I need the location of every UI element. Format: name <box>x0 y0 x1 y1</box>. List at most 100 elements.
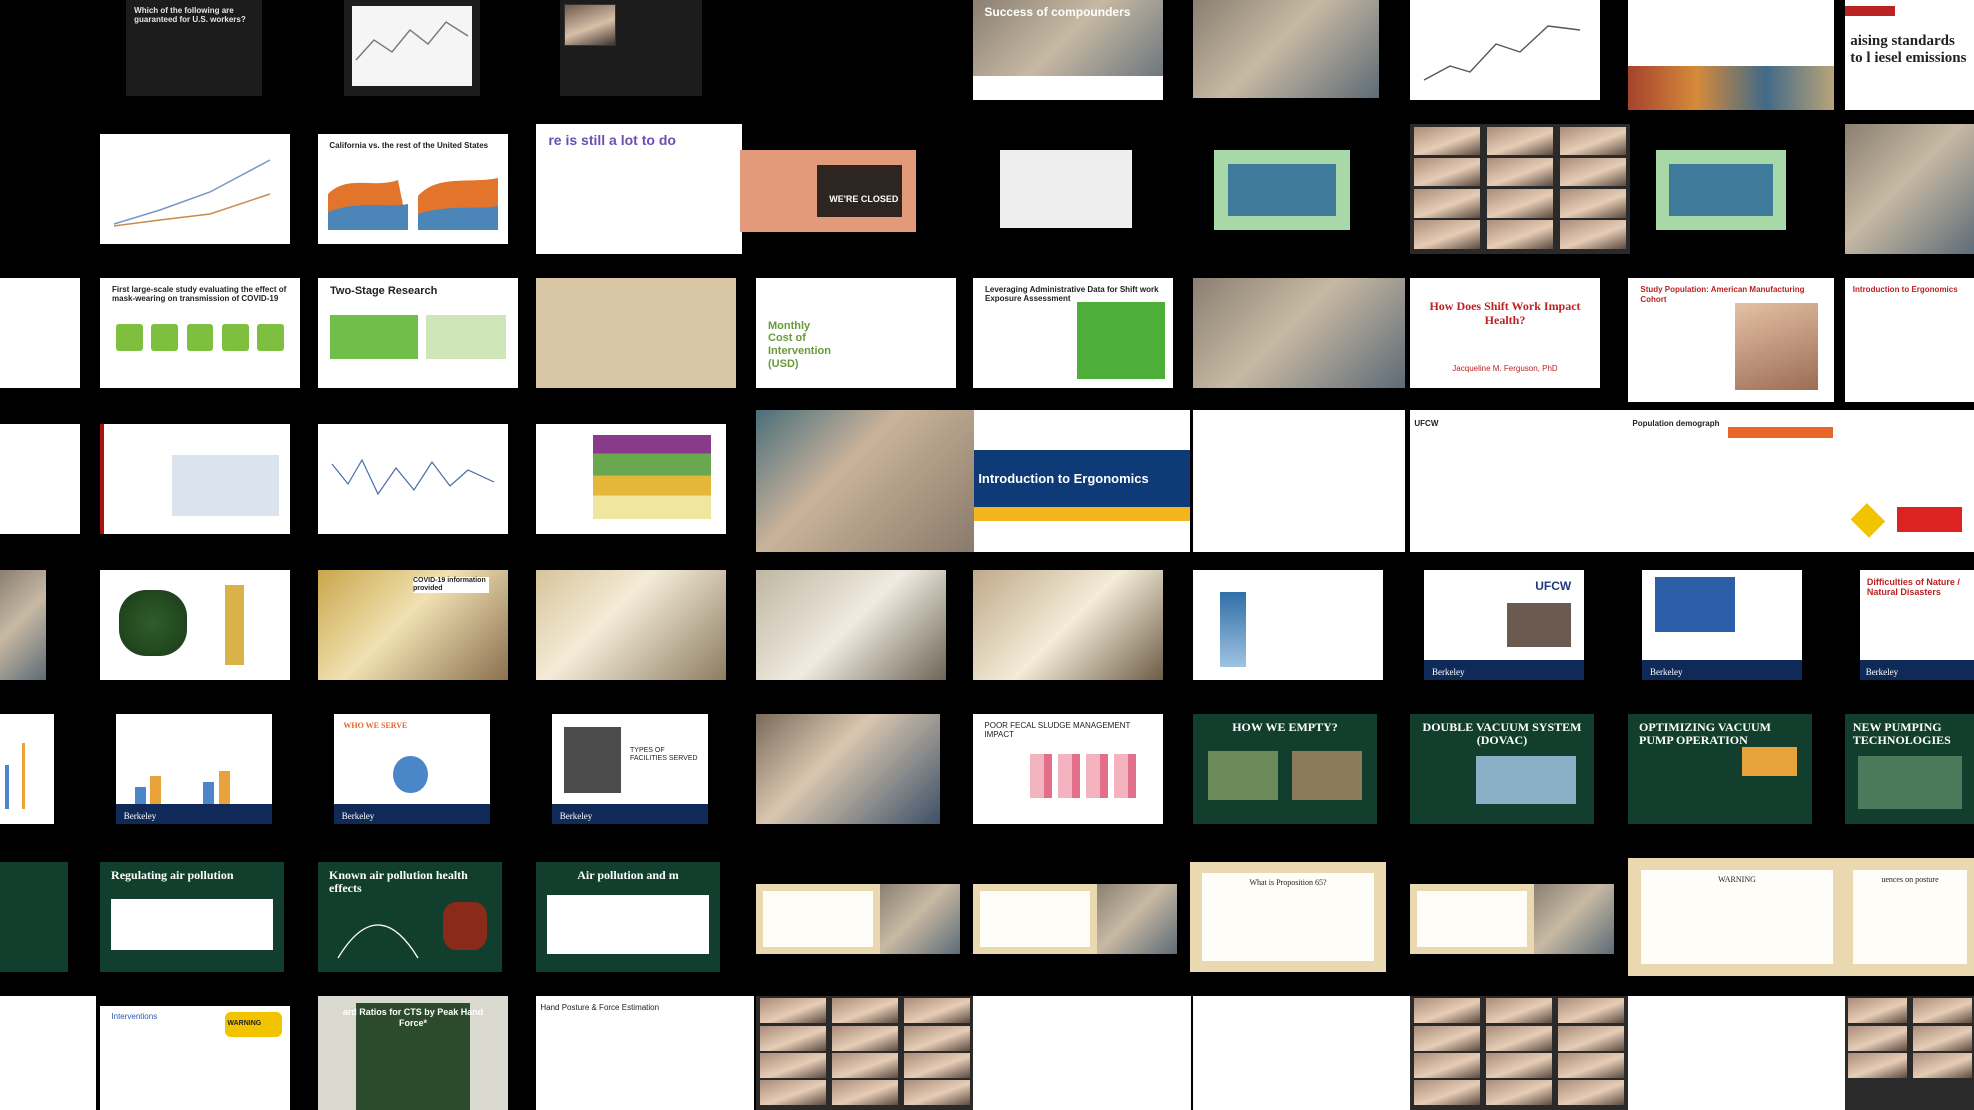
line-chart-thumb <box>1423 25 1581 81</box>
tile-r5c2 <box>100 570 290 680</box>
tile-r1c6: Success of compounders <box>973 0 1163 100</box>
tile-r2c7 <box>1214 150 1350 230</box>
tile-r1c8 <box>1410 0 1600 100</box>
tile-r8c10 <box>1845 996 1974 1110</box>
tile-r8c7 <box>1193 996 1411 1110</box>
tile-r4c1 <box>0 424 80 534</box>
tile-r8c9 <box>1628 996 1846 1110</box>
ufcw-logo: UFCW <box>1535 578 1572 593</box>
slide-title: WARNING <box>1718 875 1756 885</box>
tile-r3c2: First large-scale study evaluating the e… <box>100 278 300 388</box>
tile-r4c10 <box>1845 410 1974 552</box>
tile-r6c1 <box>0 714 54 824</box>
slide-title: Hand Posture & Force Estimation <box>540 1002 660 1012</box>
tile-r7c3: Known air pollution health effects <box>318 862 502 972</box>
slide-title: re is still a lot to do <box>548 131 676 148</box>
tile-r2c6 <box>1000 150 1132 228</box>
tile-r6c3: WHO WE SERVE Berkeley <box>334 714 490 824</box>
line-chart-thumb <box>331 458 495 496</box>
slide-title: uences on posture <box>1881 875 1939 885</box>
tile-r4c4 <box>536 424 726 534</box>
tile-r6c4: TYPES OF FACILITIES SERVED Berkeley <box>552 714 708 824</box>
tile-r3c3: Two-Stage Research <box>318 278 518 388</box>
tile-r3c4 <box>536 278 736 388</box>
tile-r5c6 <box>973 570 1163 680</box>
slide-title: WHO WE SERVE <box>343 720 408 730</box>
tile-r7c8-cam <box>1534 884 1614 954</box>
slide-title: What is Proposition 65? <box>1249 878 1327 888</box>
tile-r6c8: DOUBLE VACUUM SYSTEM (DOVAC) <box>1410 714 1594 824</box>
slide-title: Introduction to Ergonomics <box>978 471 1149 487</box>
tile-r3c10: Introduction to Ergonomics <box>1845 278 1974 402</box>
slide-title: Success of compounders <box>984 5 1131 19</box>
tile-r8c4: Hand Posture & Force Estimation <box>536 996 754 1110</box>
tile-r3c6: Leveraging Administrative Data for Shift… <box>973 278 1173 388</box>
tile-r5c10: Difficulties of Nature / Natural Disaste… <box>1860 570 1974 680</box>
slide-title: Which of the following are guaranteed fo… <box>134 5 246 24</box>
tile-r7c5-cam <box>880 884 960 954</box>
tile-r8c3: ard Ratios for CTS by Peak Hand Force* <box>318 996 508 1110</box>
tile-r6c5 <box>756 714 940 824</box>
tile-r5c9: Berkeley <box>1642 570 1802 680</box>
tile-r3c5: Monthly Cost of Intervention (USD) <box>756 278 956 388</box>
tile-r2c8 <box>1410 124 1630 254</box>
slide-title: aising standards to l iesel emissions <box>1850 33 1967 67</box>
tile-r2c2 <box>100 134 290 244</box>
tile-r2c9 <box>1656 150 1786 230</box>
tile-r4c5 <box>756 410 974 552</box>
tile-r7c4: Air pollution and m <box>536 862 720 972</box>
tile-r6c2: Berkeley <box>116 714 272 824</box>
tile-r5c3: COVID-19 information provided <box>318 570 508 680</box>
tile-r7c9: WARNING <box>1628 858 1846 976</box>
slide-title: Air pollution and m <box>577 867 679 882</box>
tile-r6c9: OPTIMIZING VACUUM PUMP OPERATION <box>1628 714 1812 824</box>
line-chart-thumb <box>352 6 472 86</box>
tile-r4c9: Population demograph <box>1628 410 1846 552</box>
slide-title: Two-Stage Research <box>330 284 438 297</box>
tile-r7c6-cam <box>1097 884 1177 954</box>
video-thumb <box>564 4 616 46</box>
tile-r8c1 <box>0 996 96 1110</box>
tile-r3c8: How Does Shift Work Impact Health? Jacqu… <box>1410 278 1600 388</box>
tile-r3c7 <box>1193 278 1405 388</box>
tile-r5c7 <box>1193 570 1383 680</box>
closed-sign: WE'RE CLOSED <box>829 194 899 205</box>
tile-r8c5 <box>756 996 974 1110</box>
slide-title: First large-scale study evaluating the e… <box>112 284 287 303</box>
slide-title: Study Population: American Manufacturing… <box>1640 285 1805 304</box>
tile-r1c7 <box>1193 0 1379 98</box>
tile-r6c6: POOR FECAL SLUDGE MANAGEMENT IMPACT <box>973 714 1163 824</box>
tile-r2c5: WE'RE CLOSED <box>740 150 916 232</box>
slide-title: Introduction to Ergonomics <box>1852 285 1958 295</box>
slide-title: NEW PUMPING TECHNOLOGIES <box>1852 719 1951 748</box>
tile-r1c1: Which of the following are guaranteed fo… <box>126 0 262 96</box>
tile-r4c7 <box>1193 410 1405 552</box>
tile-r5c1 <box>0 570 46 680</box>
tile-r1c10: aising standards to l iesel emissions <box>1845 0 1974 110</box>
tile-r4c3 <box>318 424 508 534</box>
tile-r4c6: Introduction to Ergonomics <box>974 410 1190 552</box>
tile-r7c5 <box>756 884 880 954</box>
slide-title: California vs. the rest of the United St… <box>329 140 489 150</box>
slide-title: Regulating air pollution <box>111 867 234 882</box>
tile-r6c10: NEW PUMPING TECHNOLOGIES <box>1845 714 1974 824</box>
tile-r8c2: Interventions WARNING <box>100 1006 290 1110</box>
slide-title: Monthly Cost of Intervention (USD) <box>768 319 831 370</box>
slide-title: UFCW <box>1414 418 1439 428</box>
tile-r2c10 <box>1845 124 1974 254</box>
slide-title: OPTIMIZING VACUUM PUMP OPERATION <box>1639 719 1771 748</box>
area-chart-thumb <box>328 178 498 230</box>
slide-title: HOW WE EMPTY? <box>1232 719 1338 734</box>
tile-r3c9: Study Population: American Manufacturing… <box>1628 278 1834 402</box>
slide-title: How Does Shift Work Impact Health? <box>1429 299 1581 327</box>
tile-r8c8 <box>1410 996 1628 1110</box>
tile-r4c8: UFCW <box>1410 410 1630 552</box>
tile-r1c2 <box>344 0 480 96</box>
line-chart-thumb <box>113 159 271 227</box>
tile-r5c5 <box>756 570 946 680</box>
prop65-sign: COVID-19 information provided <box>413 576 489 593</box>
tile-r2c3: California vs. the rest of the United St… <box>318 134 508 244</box>
tile-r7c6 <box>973 884 1097 954</box>
tile-r7c1 <box>0 862 68 972</box>
tile-r7c7: What is Proposition 65? <box>1190 862 1386 972</box>
